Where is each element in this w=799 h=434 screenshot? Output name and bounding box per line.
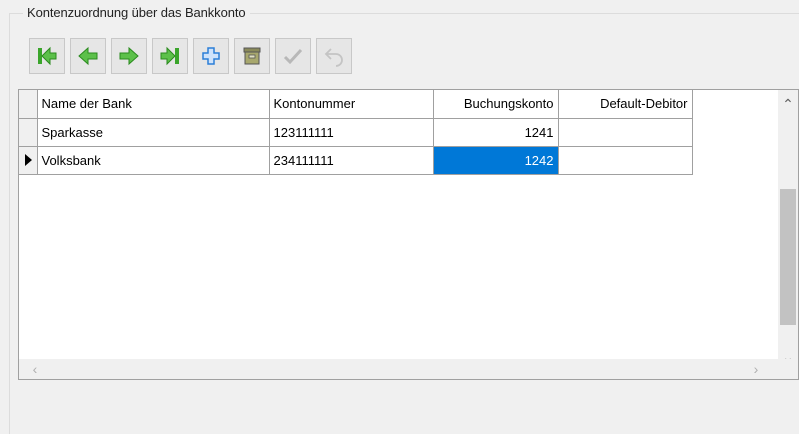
previous-record-button[interactable] — [70, 38, 106, 74]
next-record-button[interactable] — [111, 38, 147, 74]
last-record-button[interactable] — [152, 38, 188, 74]
next-record-icon — [118, 45, 140, 67]
bank-accounts-table: Name der Bank Kontonummer Buchungskonto … — [19, 90, 693, 175]
scroll-up-icon[interactable]: ⌃ — [778, 94, 798, 114]
scroll-right-icon[interactable]: › — [746, 359, 766, 379]
current-row-pointer-icon — [25, 154, 32, 166]
column-header-buchungskonto[interactable]: Buchungskonto — [432, 90, 559, 119]
table-row[interactable]: Sparkasse 123111111 1241 — [19, 117, 693, 147]
row-selector[interactable] — [19, 145, 38, 175]
vertical-scrollbar[interactable]: ⌃ ⌄ — [778, 90, 798, 379]
confirm-icon — [282, 45, 304, 67]
column-header-kontonummer[interactable]: Kontonummer — [268, 90, 434, 119]
column-header-default-debitor[interactable]: Default-Debitor — [557, 90, 693, 119]
kontonummer-cell[interactable]: 234111111 — [268, 145, 434, 175]
scroll-left-icon[interactable]: ‹ — [25, 359, 45, 379]
vertical-scroll-thumb[interactable] — [780, 189, 796, 325]
column-header-name[interactable]: Name der Bank — [36, 90, 270, 119]
horizontal-scrollbar[interactable]: ‹ › — [19, 359, 798, 379]
previous-record-icon — [77, 45, 99, 67]
first-record-icon — [36, 45, 58, 67]
first-record-button[interactable] — [29, 38, 65, 74]
header-row: Name der Bank Kontonummer Buchungskonto … — [19, 90, 693, 119]
delete-record-icon — [241, 45, 263, 67]
kontonummer-cell[interactable]: 123111111 — [268, 117, 434, 147]
bank-accounts-grid[interactable]: Name der Bank Kontonummer Buchungskonto … — [18, 89, 799, 380]
default-debitor-cell[interactable] — [557, 145, 693, 175]
undo-icon — [323, 45, 345, 67]
bank-name-cell[interactable]: Volksbank — [36, 145, 270, 175]
navigation-toolbar — [29, 38, 352, 82]
group-title: Kontenzuordnung über das Bankkonto — [23, 5, 250, 20]
row-header-corner — [19, 90, 38, 119]
bank-name-cell[interactable]: Sparkasse — [36, 117, 270, 147]
undo-button[interactable] — [316, 38, 352, 74]
buchungskonto-cell-selected[interactable]: 1242 — [432, 145, 559, 175]
delete-record-button[interactable] — [234, 38, 270, 74]
buchungskonto-cell[interactable]: 1241 — [432, 117, 559, 147]
table-row[interactable]: Volksbank 234111111 1242 — [19, 145, 693, 175]
add-record-button[interactable] — [193, 38, 229, 74]
row-selector[interactable] — [19, 117, 38, 147]
confirm-button[interactable] — [275, 38, 311, 74]
default-debitor-cell[interactable] — [557, 117, 693, 147]
add-record-icon — [200, 45, 222, 67]
last-record-icon — [159, 45, 181, 67]
